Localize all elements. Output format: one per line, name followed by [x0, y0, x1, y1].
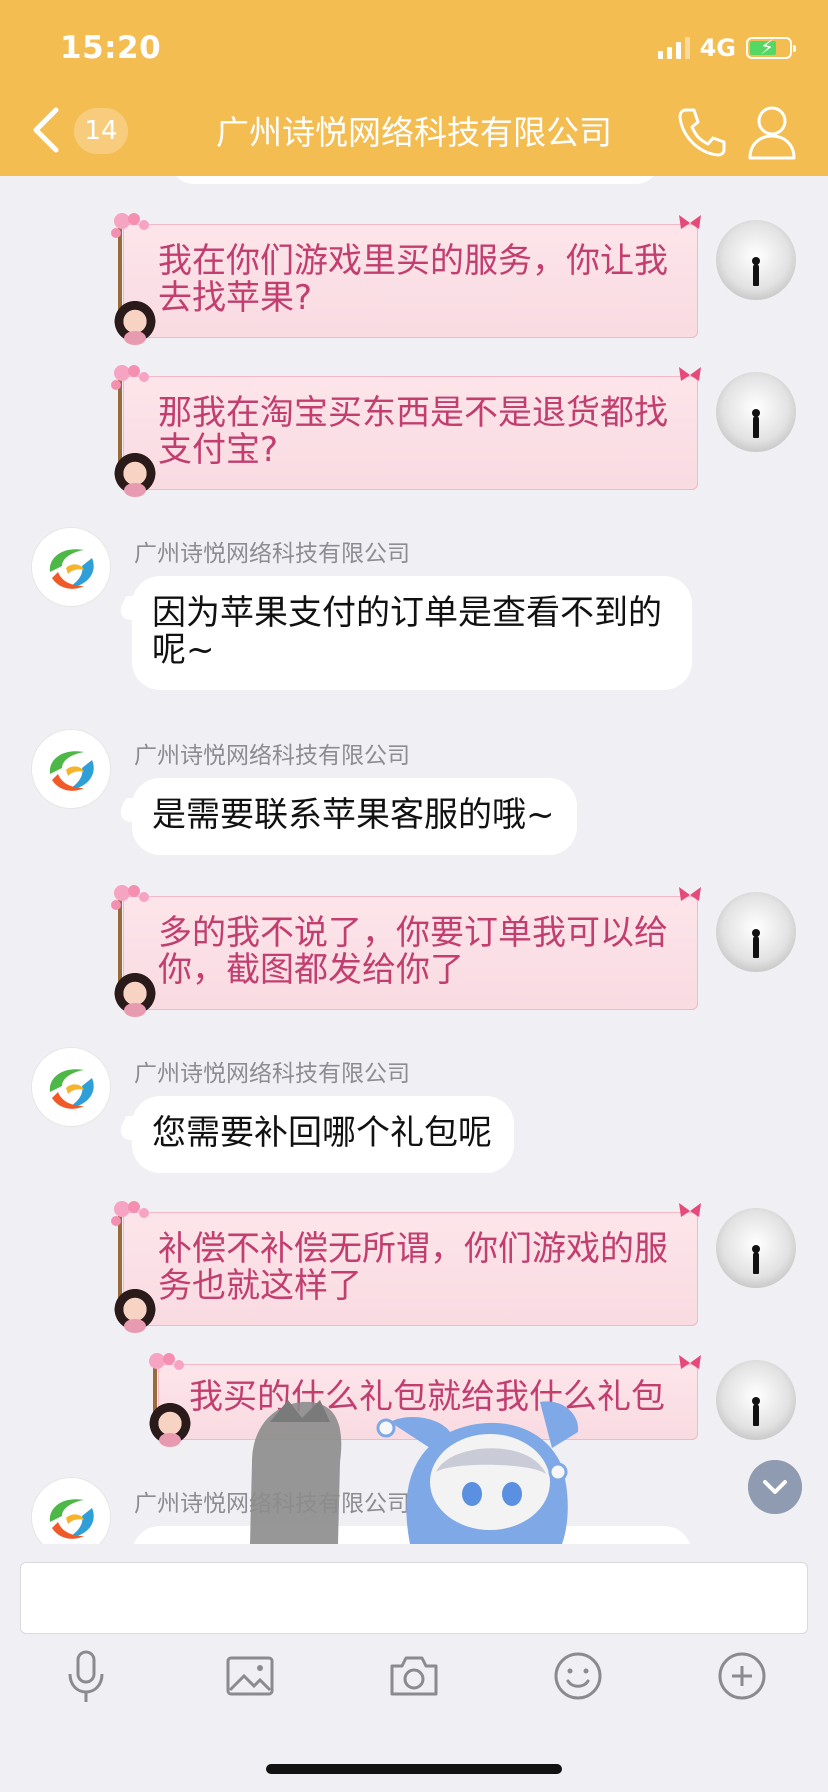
- battery-icon: ⚡: [746, 35, 796, 59]
- microphone-icon[interactable]: [58, 1648, 114, 1704]
- emoji-icon[interactable]: [550, 1648, 606, 1704]
- chat-header: 15:20 4G ⚡ 14 广州诗悦网络科技有限公司: [0, 0, 828, 176]
- sender-name: 广州诗悦网络科技有限公司: [134, 1491, 410, 1517]
- partial-message-bubble: [170, 176, 660, 184]
- unread-count-badge[interactable]: 14: [74, 108, 128, 154]
- butterfly-icon: [679, 215, 701, 229]
- girl-sticker-icon: [114, 447, 156, 497]
- back-button[interactable]: [28, 104, 64, 156]
- my-avatar[interactable]: [716, 892, 796, 972]
- image-icon[interactable]: [222, 1648, 278, 1704]
- butterfly-icon: [679, 1355, 701, 1369]
- my-avatar[interactable]: [716, 220, 796, 300]
- girl-sticker-icon: [149, 1397, 191, 1447]
- butterfly-icon: [679, 1203, 701, 1217]
- scroll-to-bottom-button[interactable]: [748, 1460, 802, 1514]
- status-time: 15:20: [60, 30, 162, 66]
- camera-icon[interactable]: [386, 1648, 442, 1704]
- sender-name: 广州诗悦网络科技有限公司: [134, 743, 410, 769]
- message-text: 多的我不说了，你要订单我可以给你，截图都发给你了: [158, 913, 668, 990]
- message-bubble-outgoing[interactable]: 我买的什么礼包就给我什么礼包: [149, 1353, 701, 1447]
- chat-title: 广州诗悦网络科技有限公司: [216, 113, 612, 152]
- message-bubble-outgoing[interactable]: 那我在淘宝买东西是不是退货都找支付宝?: [111, 365, 701, 497]
- profile-icon[interactable]: [748, 104, 796, 160]
- butterfly-icon: [679, 887, 701, 901]
- input-toolbar: [0, 1640, 828, 1720]
- company-avatar[interactable]: [32, 528, 110, 606]
- company-avatar[interactable]: [32, 730, 110, 808]
- message-bubble-outgoing[interactable]: 补偿不补偿无所谓，你们游戏的服务也就这样了: [111, 1201, 701, 1333]
- my-avatar[interactable]: [716, 1208, 796, 1288]
- message-text: 因为苹果支付的订单是查看不到的呢~: [152, 593, 662, 670]
- message-bubble-outgoing[interactable]: 我在你们游戏里买的服务，你让我去找苹果?: [111, 213, 701, 345]
- signal-icon: [657, 37, 690, 59]
- my-avatar[interactable]: [716, 1360, 796, 1440]
- message-text: 补偿不补偿无所谓，你们游戏的服务也就这样了: [158, 1229, 668, 1306]
- company-avatar[interactable]: [32, 1478, 110, 1544]
- girl-sticker-icon: [114, 967, 156, 1017]
- chat-messages[interactable]: 我在你们游戏里买的服务，你让我去找苹果? 那我在淘宝买东西是不是退货都找支付宝?: [0, 176, 828, 1544]
- message-text: 我在你们游戏里买的服务，你让我去找苹果?: [158, 241, 668, 318]
- message-text: 我买的什么礼包就给我什么礼包: [189, 1377, 665, 1417]
- message-bubble-outgoing[interactable]: 多的我不说了，你要订单我可以给你，截图都发给你了: [111, 885, 701, 1017]
- message-input[interactable]: [20, 1562, 808, 1634]
- company-avatar[interactable]: [32, 1048, 110, 1126]
- girl-sticker-icon: [114, 1283, 156, 1333]
- plus-icon[interactable]: [714, 1648, 770, 1704]
- message-bubble-incoming[interactable]: 是需要联系苹果客服的哦~: [132, 778, 577, 855]
- phone-icon[interactable]: [676, 106, 728, 158]
- status-indicators: 4G ⚡: [657, 34, 796, 62]
- message-bubble-incoming[interactable]: [132, 1526, 692, 1544]
- message-text: 您需要补回哪个礼包呢: [152, 1113, 492, 1153]
- message-bubble-incoming[interactable]: 因为苹果支付的订单是查看不到的呢~: [132, 576, 692, 690]
- message-text: 那我在淘宝买东西是不是退货都找支付宝?: [158, 393, 668, 470]
- my-avatar[interactable]: [716, 372, 796, 452]
- message-bubble-incoming[interactable]: 您需要补回哪个礼包呢: [132, 1096, 514, 1173]
- sender-name: 广州诗悦网络科技有限公司: [134, 1061, 410, 1087]
- sender-name: 广州诗悦网络科技有限公司: [134, 541, 410, 567]
- butterfly-icon: [679, 367, 701, 381]
- message-text: 是需要联系苹果客服的哦~: [152, 795, 555, 835]
- network-type: 4G: [699, 34, 736, 62]
- girl-sticker-icon: [114, 295, 156, 345]
- home-indicator: [266, 1764, 562, 1774]
